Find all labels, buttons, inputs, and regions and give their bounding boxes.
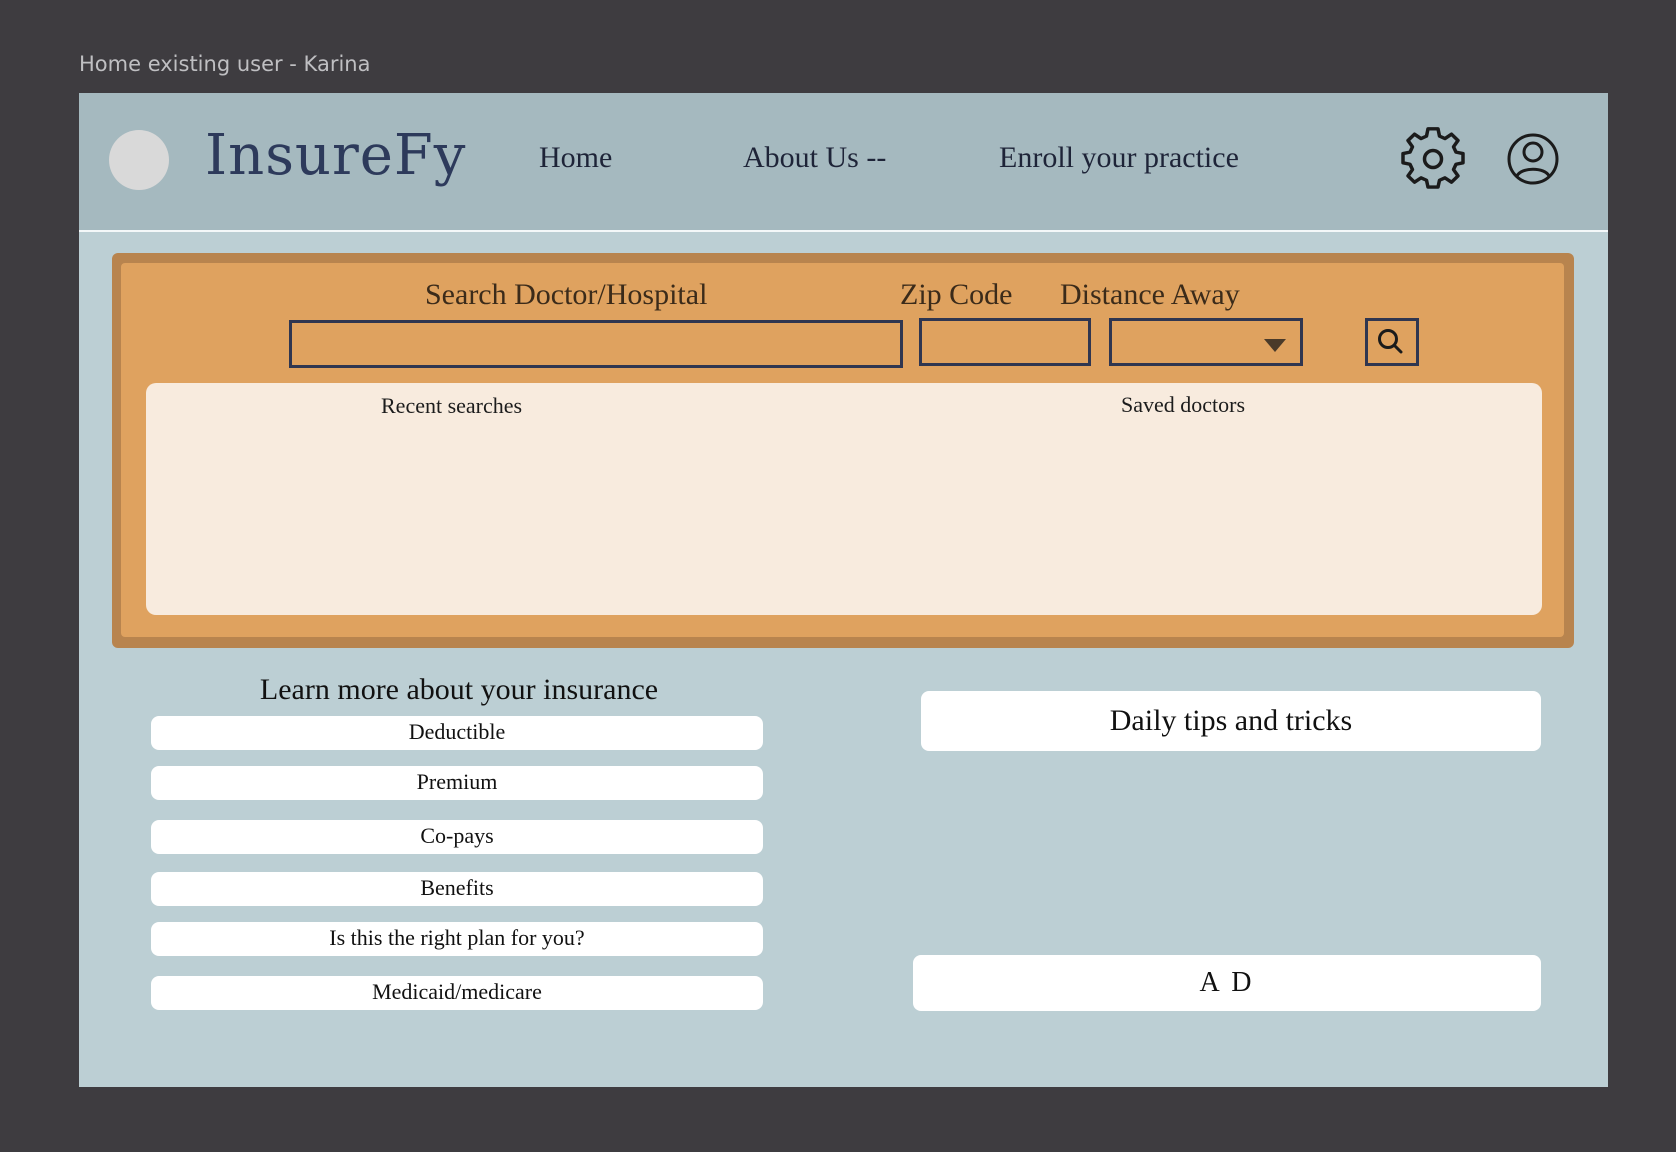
learn-item-premium[interactable]: Premium: [151, 766, 763, 800]
search-button[interactable]: [1365, 318, 1419, 366]
profile-button[interactable]: [1501, 127, 1565, 191]
frame-label: Home existing user - Karina: [79, 52, 371, 76]
search-history-box: Recent searches Saved doctors: [146, 383, 1542, 615]
daily-tips-card[interactable]: Daily tips and tricks: [921, 691, 1541, 751]
recent-searches-label[interactable]: Recent searches: [381, 393, 522, 419]
learn-item-deductible[interactable]: Deductible: [151, 716, 763, 750]
zip-code-label: Zip Code: [900, 278, 1013, 311]
header: InsureFy Home About Us -- Enroll your pr…: [79, 93, 1608, 232]
zip-code-input[interactable]: [919, 318, 1091, 366]
nav-about-us[interactable]: About Us --: [743, 141, 886, 175]
doctor-search-label: Search Doctor/Hospital: [425, 278, 708, 311]
search-panel: Search Doctor/Hospital Zip Code Distance…: [112, 253, 1574, 648]
ad-banner[interactable]: A D: [913, 955, 1541, 1011]
search-icon: [1378, 329, 1403, 354]
chevron-down-icon: [1264, 339, 1286, 352]
learn-item-medicaid-medicare[interactable]: Medicaid/medicare: [151, 976, 763, 1010]
learn-item-right-plan[interactable]: Is this the right plan for you?: [151, 922, 763, 956]
learn-item-benefits[interactable]: Benefits: [151, 872, 763, 906]
nav-home[interactable]: Home: [539, 141, 612, 175]
nav-enroll-practice[interactable]: Enroll your practice: [999, 141, 1239, 175]
settings-button[interactable]: [1401, 127, 1465, 191]
logo-icon: [109, 130, 169, 190]
learn-more-title: Learn more about your insurance: [259, 673, 659, 706]
home-page: InsureFy Home About Us -- Enroll your pr…: [79, 93, 1608, 1087]
saved-doctors-label[interactable]: Saved doctors: [1121, 392, 1245, 418]
learn-item-co-pays[interactable]: Co-pays: [151, 820, 763, 854]
search-panel-inner: Search Doctor/Hospital Zip Code Distance…: [121, 263, 1564, 637]
gear-icon: [1401, 127, 1465, 189]
doctor-search-input[interactable]: [289, 320, 903, 368]
brand-title: InsureFy: [205, 123, 467, 188]
user-circle-icon: [1507, 133, 1559, 185]
distance-dropdown[interactable]: [1109, 318, 1303, 366]
distance-away-label: Distance Away: [1060, 278, 1240, 311]
